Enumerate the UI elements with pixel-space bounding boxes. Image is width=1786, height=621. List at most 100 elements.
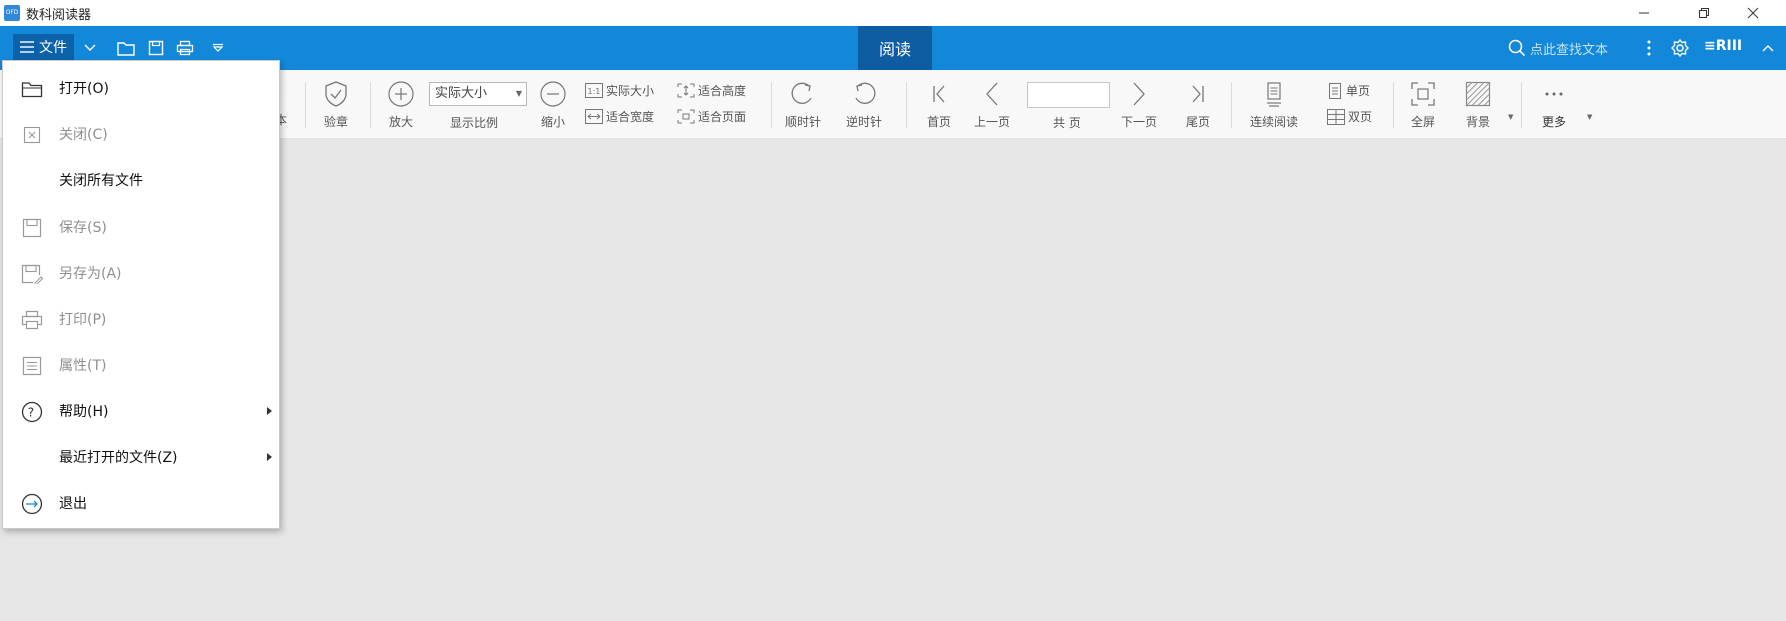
quick-access-more-button[interactable] xyxy=(207,37,229,59)
restore-icon xyxy=(1699,8,1709,18)
menu-item-label: 打开(O) xyxy=(59,81,109,97)
rotate-counterclockwise-button[interactable]: 逆时针 xyxy=(846,80,882,130)
double-page-icon xyxy=(1327,108,1345,125)
restore-button[interactable] xyxy=(1681,0,1727,26)
menu-item-label: 最近打开的文件(Z) xyxy=(59,450,178,466)
continuous-reading-button[interactable]: 连续阅读 xyxy=(1250,80,1298,130)
more-options-button[interactable] xyxy=(1638,37,1660,59)
save-icon xyxy=(148,40,164,56)
file-menu-button[interactable]: 文件 xyxy=(13,34,74,60)
close-window-icon xyxy=(1747,7,1759,19)
last-page-button[interactable]: 尾页 xyxy=(1184,80,1212,130)
shield-check-icon xyxy=(325,81,347,107)
menu-item-open[interactable]: 打开(O) xyxy=(3,65,277,111)
more-dropdown-caret-icon[interactable]: ▼ xyxy=(1587,113,1592,121)
toolbar-divider xyxy=(370,82,371,128)
actual-size-label: 实际大小 xyxy=(606,84,655,98)
svg-text:?: ? xyxy=(28,406,34,420)
svg-text:1:1: 1:1 xyxy=(588,87,601,96)
menu-item-close[interactable]: 关闭(C) xyxy=(3,111,277,157)
menu-item-label: 另存为(A) xyxy=(59,266,122,282)
background-label: 背景 xyxy=(1465,115,1490,129)
rotate-clockwise-button[interactable]: 顺时针 xyxy=(785,80,821,130)
fullscreen-button[interactable]: 全屏 xyxy=(1409,80,1437,130)
tab-read[interactable]: 阅读 xyxy=(858,26,932,70)
gear-icon xyxy=(1671,38,1689,58)
rotate-clockwise-icon xyxy=(791,82,812,104)
background-dropdown-caret-icon[interactable]: ▼ xyxy=(1508,113,1513,121)
file-menu: 打开(O) 关闭(C) 关闭所有文件 保存(S) 另存为(A) 打印(P) 属性… xyxy=(2,60,280,529)
first-page-button[interactable]: 首页 xyxy=(925,80,953,130)
fit-page-button[interactable]: 适合页面 xyxy=(677,108,746,125)
prev-page-button[interactable]: 上一页 xyxy=(974,80,1010,130)
quick-save-button[interactable] xyxy=(145,37,167,59)
first-page-icon xyxy=(933,85,945,103)
menu-item-label: 退出 xyxy=(59,496,87,512)
fit-height-label: 适合高度 xyxy=(698,84,747,98)
ribbon-dropdown-button[interactable] xyxy=(79,37,101,59)
menu-item-close-all[interactable]: 关闭所有文件 xyxy=(3,157,277,203)
page-number-input[interactable] xyxy=(1027,82,1110,108)
menu-item-recent-files[interactable]: 最近打开的文件(Z) xyxy=(3,434,277,480)
actual-size-button[interactable]: 1:1 实际大小 xyxy=(585,82,654,99)
close-window-button[interactable] xyxy=(1730,0,1776,26)
menu-item-label: 关闭所有文件 xyxy=(59,173,143,189)
zoom-select[interactable]: 实际大小 ▼ xyxy=(429,82,527,106)
file-menu-label: 文件 xyxy=(39,40,67,56)
toolbar-divider xyxy=(1231,82,1232,128)
single-page-icon xyxy=(1329,82,1341,99)
double-page-button[interactable]: 双页 xyxy=(1327,108,1372,125)
fullscreen-label: 全屏 xyxy=(1410,115,1435,129)
chevron-right-icon xyxy=(1133,82,1145,106)
quick-print-button[interactable] xyxy=(174,37,196,59)
more-button[interactable]: 更多 xyxy=(1540,80,1568,130)
verify-seal-label: 验章 xyxy=(323,115,348,129)
toolbar-divider xyxy=(1521,82,1522,128)
close-icon xyxy=(21,124,43,146)
rotate-counterclockwise-label: 逆时针 xyxy=(846,115,883,129)
zoom-out-button[interactable]: 缩小 xyxy=(539,80,567,130)
save-icon xyxy=(21,217,43,239)
verify-seal-button[interactable]: 验章 xyxy=(322,80,350,130)
actual-size-icon: 1:1 xyxy=(585,83,603,98)
minimize-button[interactable] xyxy=(1621,0,1667,26)
menu-item-save-as[interactable]: 另存为(A) xyxy=(3,250,277,296)
double-page-label: 双页 xyxy=(1348,110,1373,124)
first-page-label: 首页 xyxy=(926,115,951,129)
fit-width-button[interactable]: 适合宽度 xyxy=(585,108,654,125)
fit-page-label: 适合页面 xyxy=(698,110,747,124)
prev-page-label: 上一页 xyxy=(974,115,1011,129)
single-page-button[interactable]: 单页 xyxy=(1327,82,1370,99)
toolbar-divider xyxy=(1393,82,1394,128)
fit-page-icon xyxy=(677,109,695,124)
next-page-label: 下一页 xyxy=(1121,115,1158,129)
continuous-reading-icon xyxy=(1267,82,1281,107)
menu-item-save[interactable]: 保存(S) xyxy=(3,204,277,250)
user-label[interactable]: ≡RIII xyxy=(1704,38,1742,54)
fit-height-button[interactable]: 适合高度 xyxy=(677,82,746,99)
single-page-label: 单页 xyxy=(1346,84,1371,98)
zoom-in-button[interactable]: 放大 xyxy=(387,80,415,130)
collapse-ribbon-button[interactable] xyxy=(1757,37,1779,59)
menu-item-print[interactable]: 打印(P) xyxy=(3,296,277,342)
properties-icon xyxy=(21,355,43,377)
background-button[interactable]: 背景 xyxy=(1464,80,1492,130)
fit-width-icon xyxy=(585,109,603,124)
rotate-clockwise-label: 顺时针 xyxy=(785,115,822,129)
menu-item-exit[interactable]: 退出 xyxy=(3,480,277,526)
background-pattern-icon xyxy=(1465,81,1491,107)
last-page-icon xyxy=(1192,85,1204,103)
zoom-out-icon xyxy=(540,81,566,107)
settings-button[interactable] xyxy=(1669,37,1691,59)
chevron-left-icon xyxy=(986,82,998,106)
fullscreen-icon xyxy=(1411,82,1435,106)
menu-item-help[interactable]: ? 帮助(H) xyxy=(3,388,277,434)
more-label: 更多 xyxy=(1541,115,1566,129)
search-text-field[interactable]: 点此查找文本 xyxy=(1508,35,1608,61)
next-page-button[interactable]: 下一页 xyxy=(1121,80,1157,130)
menu-item-properties[interactable]: 属性(T) xyxy=(3,342,277,388)
quick-open-button[interactable] xyxy=(115,37,137,59)
title-bar: OFD 数科阅读器 xyxy=(0,0,1786,26)
zoom-select-value: 实际大小 xyxy=(435,86,488,101)
zoom-in-icon xyxy=(388,81,414,107)
